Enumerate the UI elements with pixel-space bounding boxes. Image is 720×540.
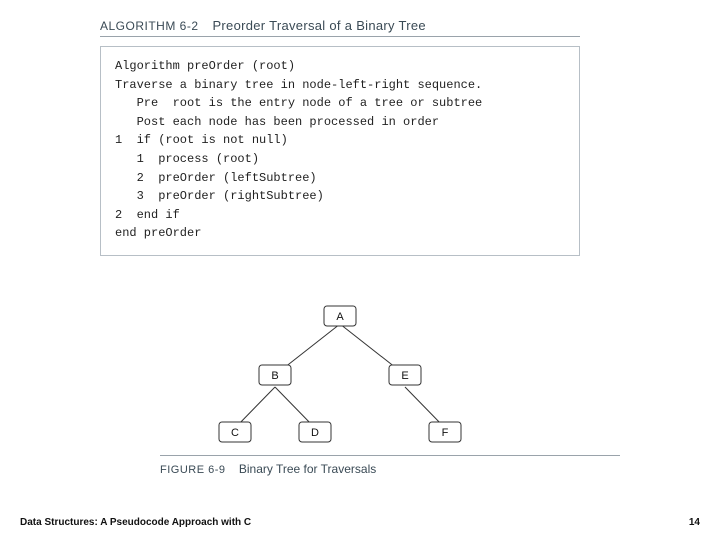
figure-rule [160, 455, 620, 456]
algorithm-label: ALGORITHM 6-2 [100, 19, 199, 33]
algorithm-header: ALGORITHM 6-2 Preorder Traversal of a Bi… [100, 18, 426, 33]
tree-node-D: D [311, 427, 319, 439]
tree-node-B: B [271, 370, 278, 382]
footer-book-title: Data Structures: A Pseudocode Approach w… [20, 517, 251, 528]
figure-label: FIGURE 6-9 [160, 464, 226, 476]
tree-node-E: E [401, 370, 408, 382]
tree-svg: A B E C D F [100, 300, 580, 455]
tree-node-A: A [336, 311, 344, 323]
page-number: 14 [689, 517, 700, 528]
algorithm-box: Algorithm preOrder (root) Traverse a bin… [100, 46, 580, 256]
tree-node-C: C [231, 427, 239, 439]
figure-caption: FIGURE 6-9 Binary Tree for Traversals [160, 462, 376, 476]
algorithm-rule [100, 36, 580, 37]
figure-title: Binary Tree for Traversals [239, 462, 376, 476]
binary-tree-diagram: A B E C D F [100, 300, 580, 455]
algorithm-code: Algorithm preOrder (root) Traverse a bin… [115, 57, 565, 243]
algorithm-title: Preorder Traversal of a Binary Tree [212, 18, 426, 33]
tree-node-F: F [442, 427, 449, 439]
